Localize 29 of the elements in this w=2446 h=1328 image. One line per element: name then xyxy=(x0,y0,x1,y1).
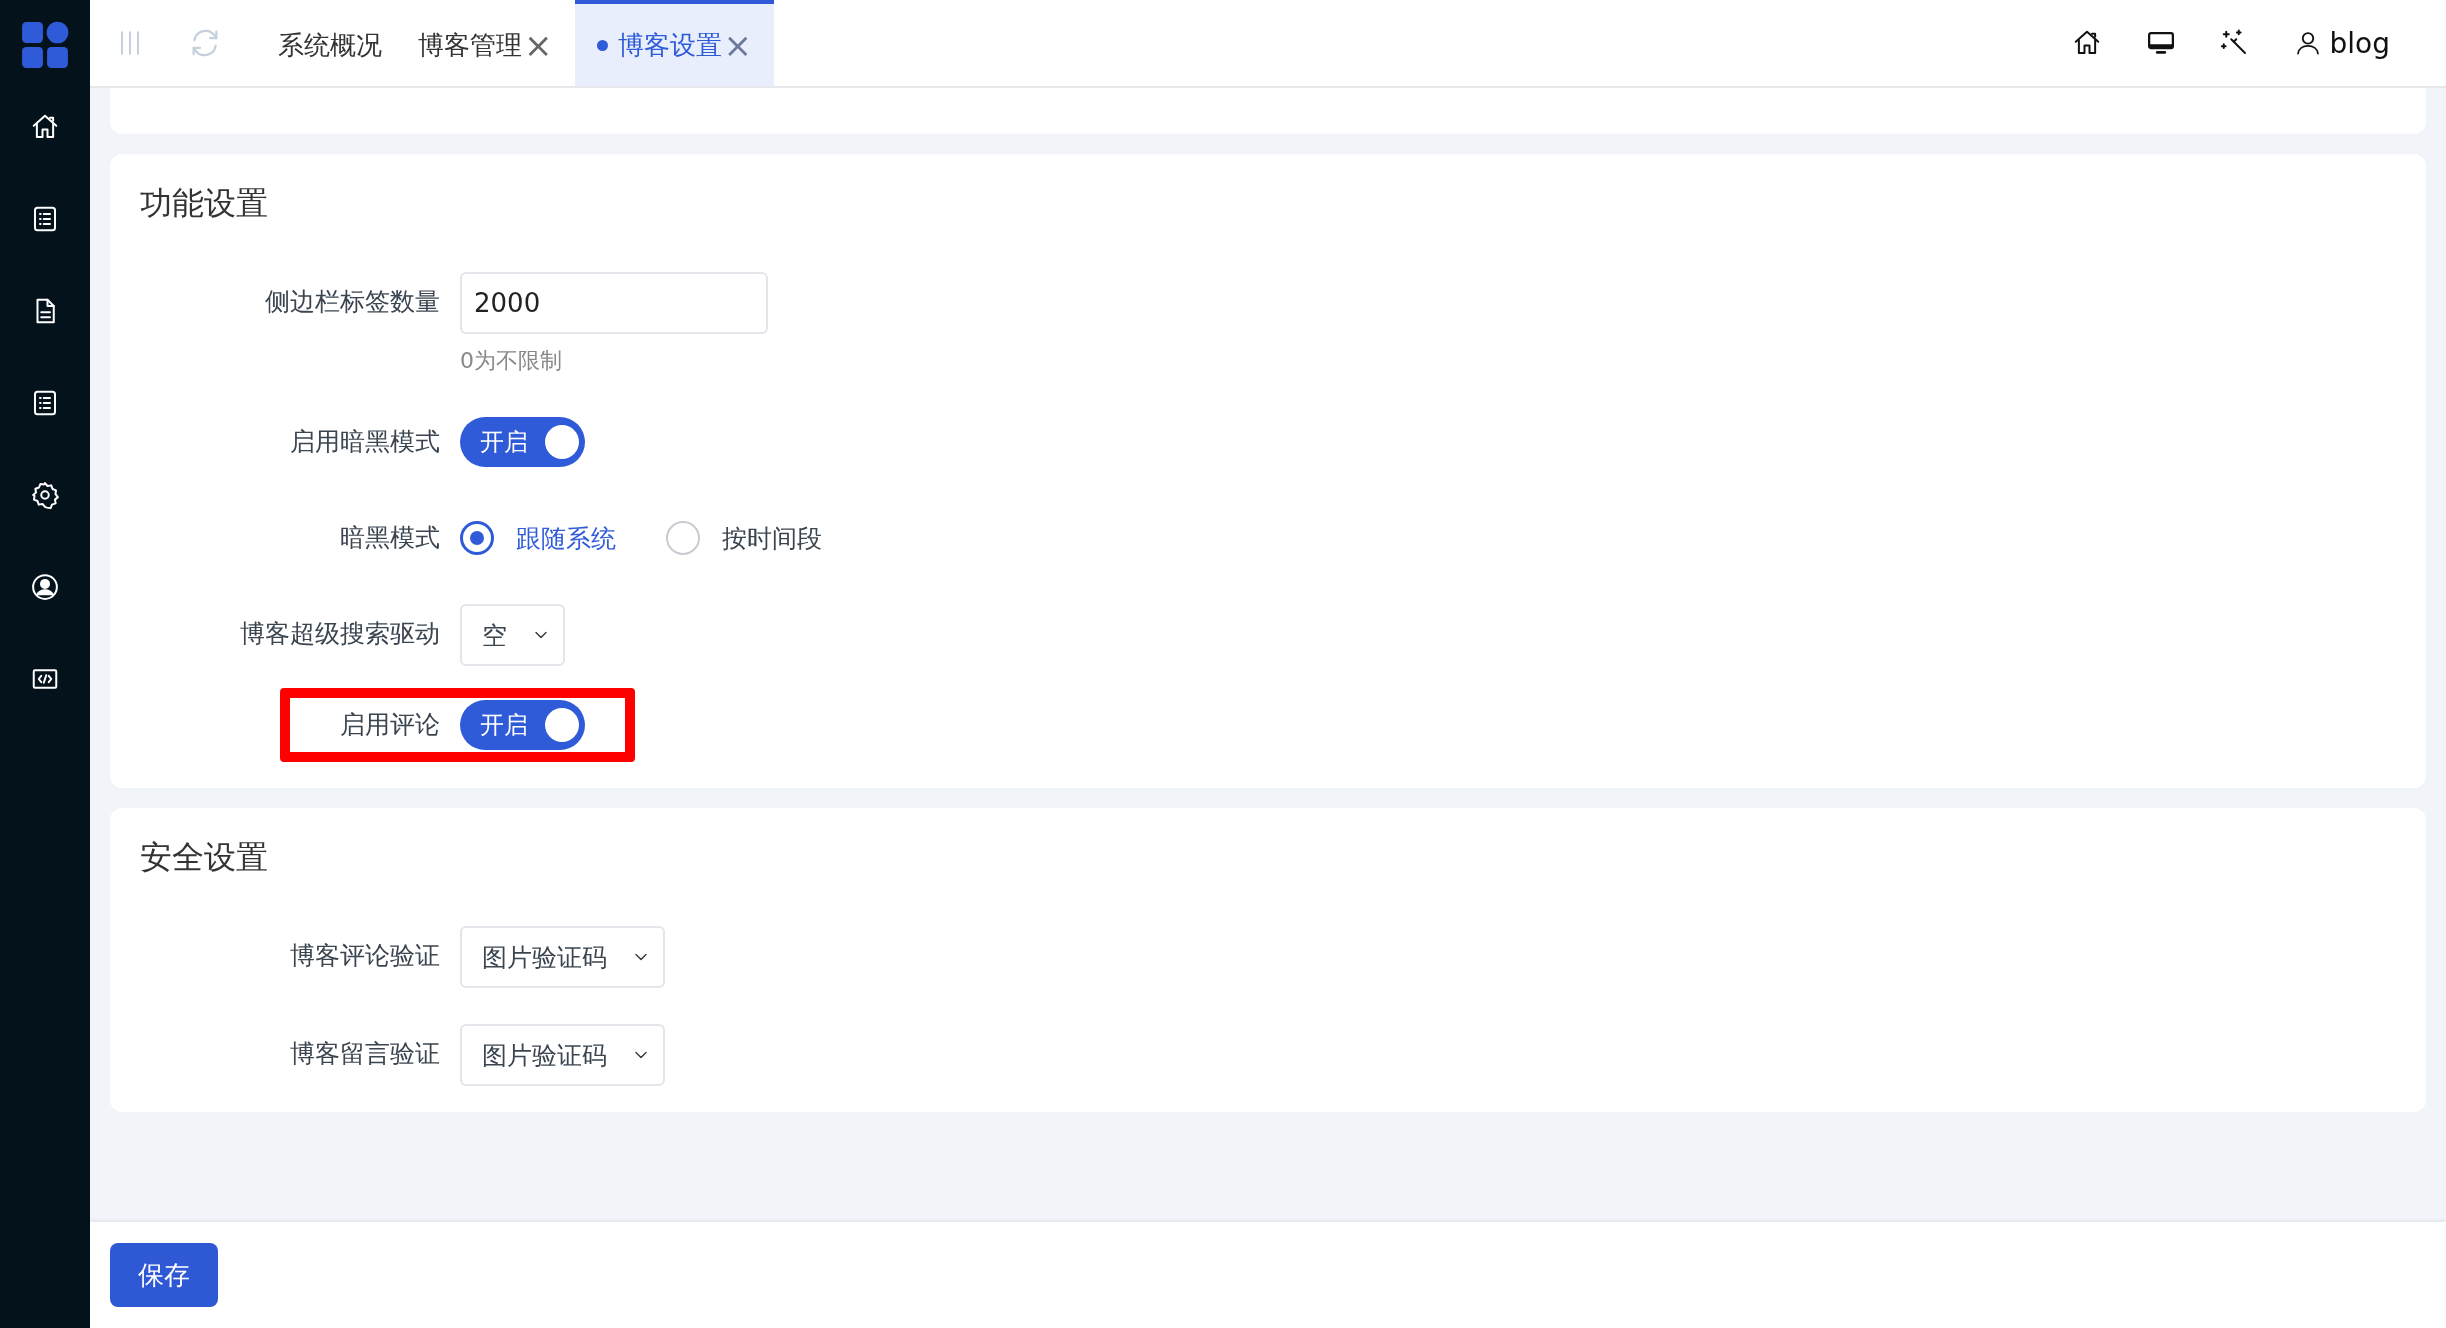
user-menu[interactable]: blog xyxy=(2293,26,2390,60)
dropdown[interactable]: 图片验证码 xyxy=(460,1024,665,1086)
section-title: 安全设置 xyxy=(140,837,269,878)
dot-icon xyxy=(596,39,608,51)
section-title: 功能设置 xyxy=(140,183,269,224)
save-button[interactable]: 保存 xyxy=(110,1243,218,1307)
field-label: 博客留言验证 xyxy=(289,1038,441,1070)
tab[interactable]: 博客管理× xyxy=(404,0,567,86)
radio-option[interactable]: 跟随系统 xyxy=(460,521,616,555)
field-label: 博客超级搜索驱动 xyxy=(239,618,441,650)
close-icon[interactable]: × xyxy=(524,28,553,62)
hint-text: 0为不限制 xyxy=(460,347,563,375)
input-field[interactable]: 2000 xyxy=(460,272,768,334)
field-label: 启用评论 xyxy=(339,709,441,741)
user-icon[interactable] xyxy=(30,572,60,602)
logo-icon[interactable] xyxy=(20,20,70,70)
toggle-switch[interactable]: 开启 xyxy=(460,417,585,467)
field-label: 启用暗黑模式 xyxy=(289,426,441,458)
settings-icon[interactable] xyxy=(30,480,60,510)
field-label: 博客评论验证 xyxy=(289,940,441,972)
tab[interactable]: 博客设置× xyxy=(574,0,774,86)
field-label: 侧边栏标签数量 xyxy=(264,286,441,318)
tab[interactable]: 系统概况 xyxy=(264,0,396,86)
close-icon[interactable]: × xyxy=(723,28,752,62)
dropdown[interactable]: 图片验证码 xyxy=(460,926,665,988)
radio-option[interactable]: 按时间段 xyxy=(666,521,822,555)
toggle-switch[interactable]: 开启 xyxy=(460,700,585,750)
dropdown[interactable]: 空 xyxy=(460,604,565,666)
field-label: 暗黑模式 xyxy=(339,522,441,554)
